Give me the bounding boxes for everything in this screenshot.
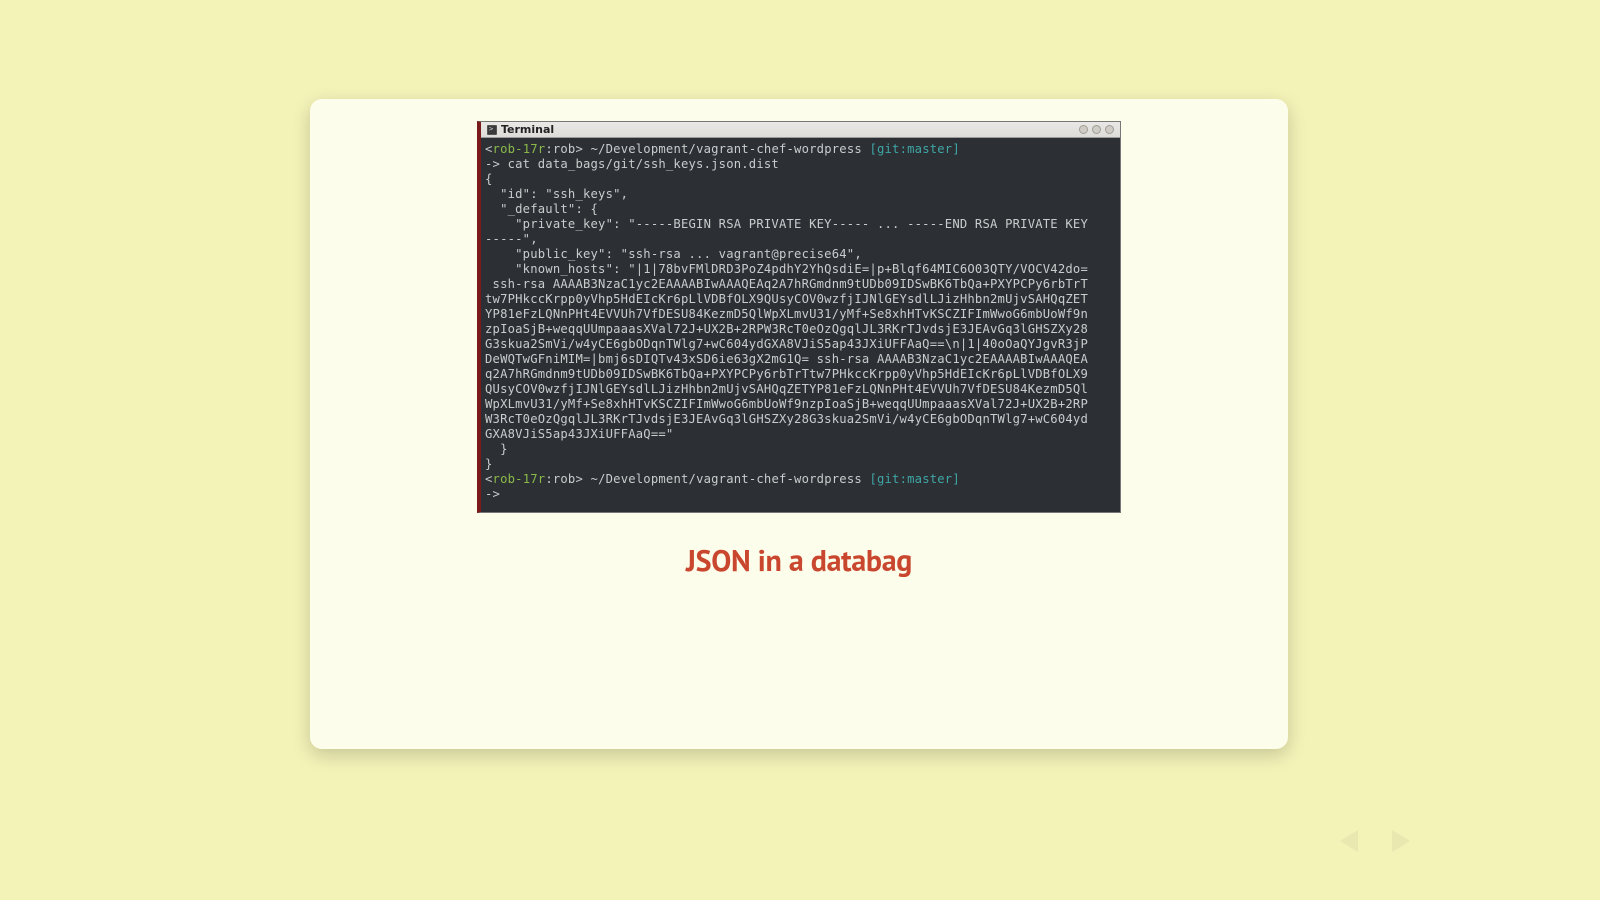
- output-line: DeWQTwGFniMIM=|bmj6sDIQTv43xSD6ie63gX2mG…: [485, 352, 1088, 366]
- output-line: WpXLmvU31/yMf+Se8xhHTvKSCZIFImWwoG6mbUoW…: [485, 397, 1088, 411]
- output-line: }: [485, 457, 493, 471]
- prompt-path: ~/Development/vagrant-chef-wordpress: [591, 472, 870, 486]
- output-line: "public_key": "ssh-rsa ... vagrant@preci…: [485, 247, 862, 261]
- terminal-body[interactable]: <rob-17r:rob> ~/Development/vagrant-chef…: [481, 138, 1120, 512]
- output-line: G3skua2SmVi/w4yCE6gbODqnTWlg7+wC604ydGXA…: [485, 337, 1088, 351]
- output-line: {: [485, 172, 493, 186]
- window-title: Terminal: [501, 123, 554, 136]
- prompt-git-branch: [git:master]: [869, 472, 959, 486]
- prompt-user: rob-17r: [493, 472, 546, 486]
- output-line: GXA8VJiS5ap43JXiUFFAaQ==": [485, 427, 673, 441]
- window-minimize-button[interactable]: [1079, 125, 1088, 134]
- prompt-path: ~/Development/vagrant-chef-wordpress: [591, 142, 870, 156]
- output-line: q2A7hRGmdnm9tUDb09IDSwBK6TbQa+PXYPCPy6rb…: [485, 367, 1088, 381]
- slide-caption: JSON in a databag: [310, 541, 1288, 580]
- titlebar-left: Terminal: [487, 123, 554, 136]
- output-line: -----",: [485, 232, 538, 246]
- terminal-window: Terminal <rob-17r:rob> ~/Development/vag…: [477, 121, 1121, 513]
- output-line: W3RcT0eOzQgqlJL3RKrTJvdsjE3JEAvGq3lGHSZX…: [485, 412, 1088, 426]
- slide-card: Terminal <rob-17r:rob> ~/Development/vag…: [310, 99, 1288, 749]
- output-line: tw7PHkccKrpp0yVhp5HdEIcKr6pLlVDBfOLX9QUs…: [485, 292, 1088, 306]
- output-line: "known_hosts": "|1|78bvFMlDRD3PoZ4pdhY2Y…: [485, 262, 1088, 276]
- prompt-line: <rob-17r:rob> ~/Development/vagrant-chef…: [485, 472, 960, 486]
- slide-nav: [1340, 830, 1410, 852]
- output-line: QUsyCOV0wzfjIJNlGEYsdlLJizHhbn2mUjvSAHQq…: [485, 382, 1088, 396]
- next-slide-button[interactable]: [1392, 830, 1410, 852]
- window-close-button[interactable]: [1105, 125, 1114, 134]
- output-line: "private_key": "-----BEGIN RSA PRIVATE K…: [485, 217, 1088, 231]
- output-line: }: [485, 442, 508, 456]
- terminal-icon: [487, 125, 497, 135]
- output-line: ssh-rsa AAAAB3NzaC1yc2EAAAABIwAAAQEAq2A7…: [485, 277, 1088, 291]
- terminal-titlebar[interactable]: Terminal: [481, 122, 1120, 138]
- prompt-user: rob-17r: [493, 142, 546, 156]
- output-line: zpIoaSjB+weqqUUmpaaasXVal72J+UX2B+2RPW3R…: [485, 322, 1088, 336]
- output-line: "id": "ssh_keys",: [485, 187, 628, 201]
- output-line: "_default": {: [485, 202, 598, 216]
- window-maximize-button[interactable]: [1092, 125, 1101, 134]
- cursor-line: ->: [485, 487, 508, 501]
- command-line: -> cat data_bags/git/ssh_keys.json.dist: [485, 157, 779, 171]
- window-controls: [1079, 125, 1114, 134]
- output-line: YP81eFzLQNnPHt4EVVUh7VfDESU84KezmD5QlWpX…: [485, 307, 1088, 321]
- prompt-line: <rob-17r:rob> ~/Development/vagrant-chef…: [485, 142, 960, 156]
- prompt-git-branch: [git:master]: [869, 142, 959, 156]
- prev-slide-button[interactable]: [1340, 830, 1358, 852]
